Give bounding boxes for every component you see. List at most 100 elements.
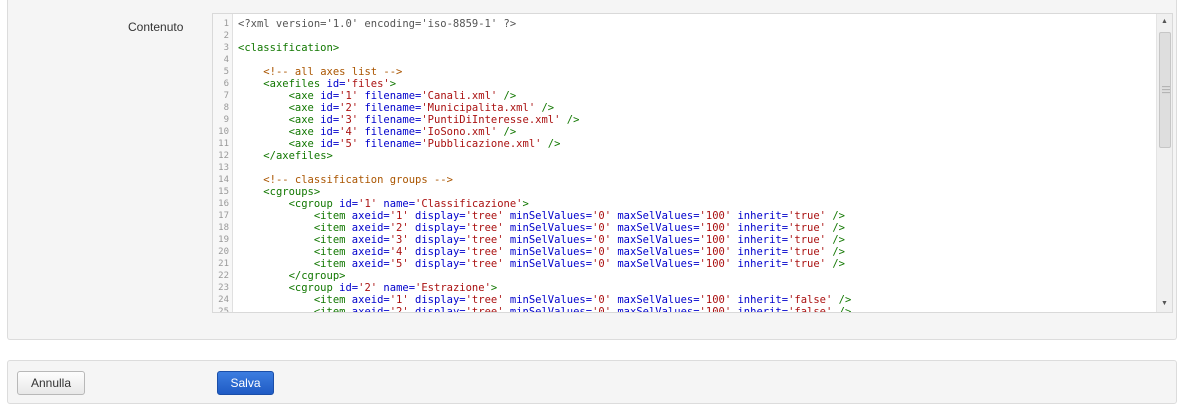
code-line[interactable]: <axefiles id='files'> <box>238 78 1156 90</box>
grip-icon: ― ― ― <box>1162 82 1170 97</box>
code-token: <item <box>313 246 352 258</box>
scrollbar-thumb[interactable]: ― ― ― <box>1159 32 1171 148</box>
code-token: 'tree' <box>465 210 510 222</box>
code-token: <!-- all axes list --> <box>263 66 403 78</box>
code-line[interactable]: <?xml version='1.0' encoding='iso-8859-1… <box>238 18 1156 30</box>
code-token: id= <box>320 126 340 138</box>
line-number: 13 <box>218 163 229 173</box>
code-token: minSelValues= <box>509 222 593 234</box>
code-token: maxSelValues= <box>617 306 700 313</box>
code-line[interactable]: <axe id='1' filename='Canali.xml' /> <box>238 90 1156 102</box>
code-line[interactable]: <!-- classification groups --> <box>238 174 1156 186</box>
code-token: 'PuntiDiInteresse.xml' <box>421 114 567 126</box>
code-token: axeid= <box>351 294 390 306</box>
code-token: id= <box>320 102 340 114</box>
code-token: inherit= <box>737 258 789 270</box>
code-token: maxSelValues= <box>617 258 700 270</box>
code-token: maxSelValues= <box>617 234 700 246</box>
code-token: 'true' <box>788 222 833 234</box>
code-token: inherit= <box>737 294 789 306</box>
code-area[interactable]: <?xml version='1.0' encoding='iso-8859-1… <box>238 14 1156 312</box>
scroll-up-arrow-icon[interactable]: ▲ <box>1157 14 1172 30</box>
code-token: <item <box>313 258 352 270</box>
code-token: '0' <box>592 246 618 258</box>
code-line[interactable]: <cgroups> <box>238 186 1156 198</box>
code-line[interactable]: <axe id='5' filename='Pubblicazione.xml'… <box>238 138 1156 150</box>
code-token: '0' <box>592 234 618 246</box>
line-number: 11 <box>218 139 229 149</box>
code-token: <cgroup <box>288 282 340 294</box>
code-line[interactable]: <item axeid='1' display='tree' minSelVal… <box>238 294 1156 306</box>
code-token: display= <box>415 210 466 222</box>
code-token: 'tree' <box>465 222 510 234</box>
code-token: '100' <box>699 306 738 313</box>
line-number: 18 <box>218 223 229 233</box>
code-token: 'true' <box>788 246 833 258</box>
code-token: 'Municipalita.xml' <box>421 102 542 114</box>
code-token: <axe <box>288 126 321 138</box>
line-number: 1 <box>223 19 229 29</box>
scroll-down-arrow-icon[interactable]: ▼ <box>1157 296 1172 312</box>
code-line[interactable]: <!-- all axes list --> <box>238 66 1156 78</box>
line-number: 25 <box>218 307 229 313</box>
code-token: 'tree' <box>465 234 510 246</box>
code-line[interactable]: <axe id='4' filename='IoSono.xml' /> <box>238 126 1156 138</box>
code-token: '1' <box>389 210 416 222</box>
code-token: 'true' <box>788 234 833 246</box>
vertical-scrollbar[interactable]: ▲ ― ― ― ▼ <box>1156 14 1172 312</box>
code-token: '2' <box>339 102 365 114</box>
code-token: > <box>389 78 397 90</box>
code-token: axeid= <box>351 306 390 313</box>
code-line[interactable]: <item axeid='2' display='tree' minSelVal… <box>238 222 1156 234</box>
code-line[interactable]: <cgroup id='1' name='Classificazione'> <box>238 198 1156 210</box>
code-token: 'tree' <box>465 294 510 306</box>
code-token: maxSelValues= <box>617 294 700 306</box>
code-token: /> <box>566 114 580 126</box>
code-token: '2' <box>358 282 384 294</box>
line-number: 21 <box>218 259 229 269</box>
code-line[interactable] <box>238 54 1156 66</box>
line-number: 15 <box>218 187 229 197</box>
code-line[interactable]: </axefiles> <box>238 150 1156 162</box>
code-token: 'Estrazione' <box>415 282 491 294</box>
code-line[interactable]: <item axeid='5' display='tree' minSelVal… <box>238 258 1156 270</box>
code-token: name= <box>383 282 416 294</box>
code-token: '5' <box>389 258 416 270</box>
code-token: <item <box>313 294 352 306</box>
code-token: minSelValues= <box>509 234 593 246</box>
code-token: '3' <box>339 114 365 126</box>
code-token: 'false' <box>788 294 839 306</box>
code-line[interactable]: <axe id='3' filename='PuntiDiInteresse.x… <box>238 114 1156 126</box>
code-line[interactable] <box>238 162 1156 174</box>
code-token: 'tree' <box>465 258 510 270</box>
code-line[interactable]: <classification> <box>238 42 1156 54</box>
code-token: 'true' <box>788 258 833 270</box>
code-line[interactable]: <axe id='2' filename='Municipalita.xml' … <box>238 102 1156 114</box>
code-line[interactable]: <item axeid='2' display='tree' minSelVal… <box>238 306 1156 313</box>
code-token: /> <box>838 294 852 306</box>
cancel-button[interactable]: Annulla <box>17 371 85 395</box>
line-number: 20 <box>218 247 229 257</box>
code-token: <item <box>313 234 352 246</box>
code-line[interactable]: </cgroup> <box>238 270 1156 282</box>
code-token: display= <box>415 222 466 234</box>
code-token: '100' <box>699 294 738 306</box>
code-token: id= <box>320 90 340 102</box>
code-token: '4' <box>389 246 416 258</box>
code-token: 'files' <box>345 78 390 90</box>
code-line[interactable]: <item axeid='4' display='tree' minSelVal… <box>238 246 1156 258</box>
line-number: 8 <box>223 103 229 113</box>
code-token: '1' <box>339 90 365 102</box>
save-button[interactable]: Salva <box>217 371 274 395</box>
code-line[interactable] <box>238 30 1156 42</box>
code-line[interactable]: <item axeid='3' display='tree' minSelVal… <box>238 234 1156 246</box>
code-token: '0' <box>592 258 618 270</box>
code-editor[interactable]: 1 2 3 4 5 6 7 8 9 10 11 12 13 14 15 16 17 18 19 20 21 22 23 24 2… <box>212 13 1173 313</box>
code-line[interactable]: <item axeid='1' display='tree' minSelVal… <box>238 210 1156 222</box>
code-line[interactable]: <cgroup id='2' name='Estrazione'> <box>238 282 1156 294</box>
code-token: 'tree' <box>465 306 510 313</box>
